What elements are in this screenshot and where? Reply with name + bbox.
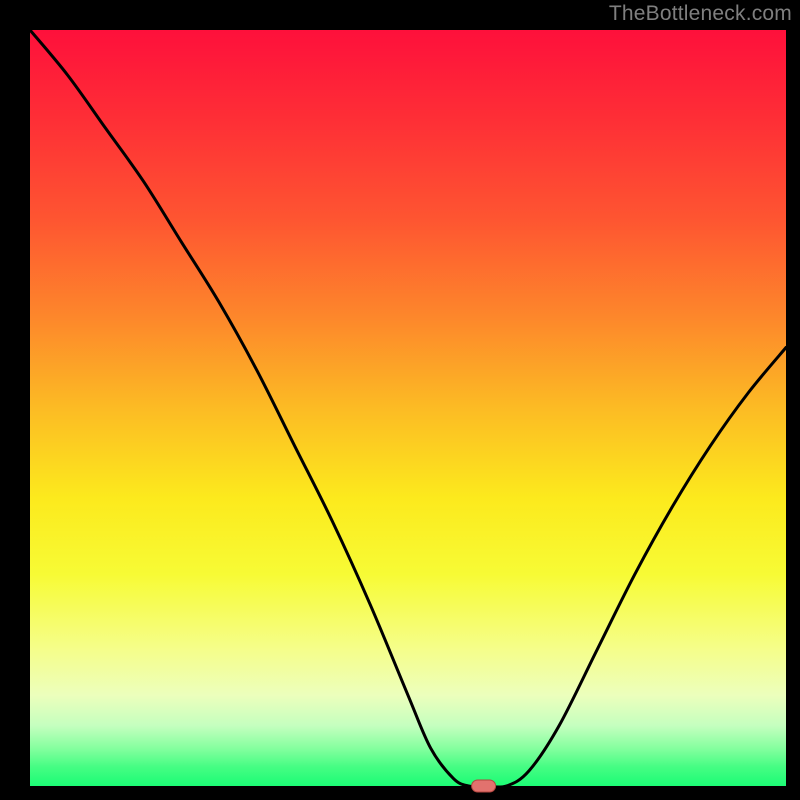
bottleneck-chart [0,0,800,800]
optimal-marker [472,780,496,792]
chart-container: TheBottleneck.com [0,0,800,800]
plot-background [30,30,786,786]
watermark-label: TheBottleneck.com [609,2,792,26]
